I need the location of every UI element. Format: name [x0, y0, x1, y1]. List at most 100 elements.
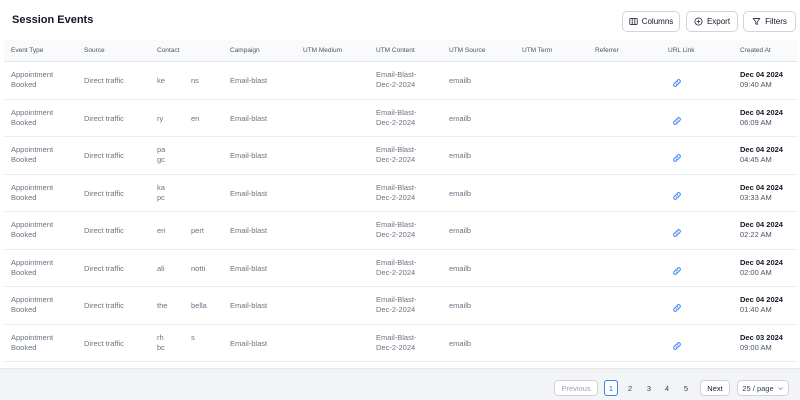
contact-trailing: en	[191, 113, 200, 123]
utm-content-line1: Email-Blast-	[376, 332, 417, 342]
source-cell: Direct traffic	[84, 338, 124, 348]
utm-content-line2: Dec-2-2024	[376, 342, 416, 352]
link-icon[interactable]	[672, 300, 682, 312]
page-header: Session Events Columns Export Filters	[0, 0, 800, 40]
contact-trailing: pert	[191, 226, 204, 235]
table-row[interactable]: Appointment Booked Direct traffic ka pc Email…	[4, 174, 798, 212]
contact-line1: pa	[157, 145, 166, 154]
campaign-cell: Email-blast	[230, 263, 268, 273]
session-events-table: Event Type Source Contact Campaign UTM M…	[4, 40, 798, 362]
event-type-line2: Booked	[11, 80, 37, 89]
campaign-cell: Email-blast	[230, 338, 268, 348]
table-row[interactable]: Appointment Booked Direct traffic ali notti E…	[4, 249, 798, 287]
table-row[interactable]: Appointment Booked Direct traffic pa gc Email…	[4, 137, 798, 175]
link-icon[interactable]	[672, 75, 682, 87]
created-time: 09:00 AM	[740, 342, 772, 352]
column-header-utm-medium[interactable]: UTM Medium	[303, 47, 342, 54]
link-icon[interactable]	[672, 338, 682, 350]
column-header-event-type[interactable]: Event Type	[11, 47, 43, 54]
contact-trailing: s	[191, 332, 195, 342]
page-size-select[interactable]: 25 / page	[737, 380, 789, 396]
column-header-utm-source[interactable]: UTM Source	[449, 47, 485, 54]
created-time: 04:45 AM	[740, 155, 772, 164]
campaign-cell: Email-blast	[230, 113, 268, 123]
utm-source-cell: emailb	[449, 151, 472, 160]
campaign-cell: Email-blast	[230, 76, 268, 85]
contact-line1: eri	[157, 226, 166, 235]
page-2-button[interactable]: 2	[623, 380, 637, 396]
column-header-url-link[interactable]: URL Link	[668, 47, 695, 54]
filters-button-label: Filters	[765, 17, 787, 26]
utm-content-line2: Dec-2-2024	[376, 305, 416, 314]
column-header-created-at[interactable]: Created At	[740, 47, 771, 54]
utm-content-line2: Dec-2-2024	[376, 192, 416, 202]
column-header-source[interactable]: Source	[84, 47, 105, 54]
contact-line1: ka	[157, 182, 165, 192]
utm-content-line2: Dec-2-2024	[376, 80, 416, 89]
column-header-campaign[interactable]: Campaign	[230, 47, 260, 54]
pagination-bar: Previous 1 2 3 4 5 Next 25 / page	[0, 368, 800, 400]
table-header-row: Event Type Source Contact Campaign UTM M…	[4, 40, 798, 62]
campaign-cell: Email-blast	[230, 301, 268, 310]
event-type-line1: Appointment	[11, 332, 54, 342]
link-icon[interactable]	[672, 225, 682, 237]
created-date: Dec 04 2024	[740, 295, 783, 304]
created-date: Dec 03 2024	[740, 332, 783, 342]
page-5-button[interactable]: 5	[679, 380, 693, 396]
table-row[interactable]: Appointment Booked Direct traffic eri pert Em…	[4, 212, 798, 250]
table-row[interactable]: Appointment Booked Direct traffic ry en Email…	[4, 99, 798, 137]
export-button-label: Export	[706, 17, 731, 26]
source-cell: Direct traffic	[84, 113, 124, 123]
table-row[interactable]: Appointment Booked Direct traffic the bella E…	[4, 287, 798, 325]
utm-content-line1: Email-Blast-	[376, 220, 417, 229]
utm-content-line1: Email-Blast-	[376, 295, 417, 304]
utm-content-line1: Email-Blast-	[376, 145, 417, 154]
source-cell: Direct traffic	[84, 263, 124, 273]
created-date: Dec 04 2024	[740, 257, 783, 267]
previous-page-button[interactable]: Previous	[554, 380, 598, 396]
contact-line1: ry	[157, 113, 164, 123]
created-date: Dec 04 2024	[740, 70, 783, 79]
source-cell: Direct traffic	[84, 151, 124, 160]
utm-source-cell: emailb	[449, 226, 472, 235]
next-page-button[interactable]: Next	[700, 380, 730, 396]
campaign-cell: Email-blast	[230, 188, 268, 198]
table-row[interactable]: Appointment Booked Direct traffic rh bc s Emai…	[4, 324, 798, 362]
created-time: 09:40 AM	[740, 80, 772, 89]
page-title: Session Events	[12, 14, 94, 26]
event-type-line2: Booked	[11, 192, 37, 202]
link-icon[interactable]	[672, 188, 682, 200]
filters-button[interactable]: Filters	[743, 11, 796, 32]
event-type-line2: Booked	[11, 230, 37, 239]
page-4-button[interactable]: 4	[660, 380, 674, 396]
contact-line1: the	[157, 301, 168, 310]
page-3-button[interactable]: 3	[642, 380, 656, 396]
created-date: Dec 04 2024	[740, 182, 783, 192]
columns-button[interactable]: Columns	[622, 11, 680, 32]
column-header-referrer[interactable]: Referrer	[595, 47, 619, 54]
created-date: Dec 04 2024	[740, 145, 783, 154]
column-header-contact[interactable]: Contact	[157, 47, 179, 54]
contact-line1: rh	[157, 332, 164, 342]
utm-content-line2: Dec-2-2024	[376, 230, 416, 239]
link-icon[interactable]	[672, 113, 682, 125]
contact-line2: pc	[157, 192, 165, 202]
link-icon[interactable]	[672, 263, 682, 275]
export-button[interactable]: Export	[686, 11, 738, 32]
column-header-utm-term[interactable]: UTM Term	[522, 47, 552, 54]
page-1-button[interactable]: 1	[604, 380, 618, 396]
column-header-utm-content[interactable]: UTM Content	[376, 47, 415, 54]
chevron-down-icon	[777, 386, 783, 390]
event-type-line2: Booked	[11, 267, 37, 277]
columns-icon	[629, 18, 638, 25]
created-time: 02:22 AM	[740, 230, 772, 239]
contact-trailing: ns	[191, 76, 199, 85]
table-body: Appointment Booked Direct traffic ke ns Email…	[4, 62, 798, 362]
event-type-line1: Appointment	[11, 107, 54, 117]
created-time: 01:40 AM	[740, 305, 772, 314]
utm-source-cell: emailb	[449, 76, 472, 85]
link-icon[interactable]	[672, 150, 682, 162]
contact-redaction	[173, 174, 194, 211]
table-row[interactable]: Appointment Booked Direct traffic ke ns Email…	[4, 62, 798, 100]
source-cell: Direct traffic	[84, 188, 124, 198]
